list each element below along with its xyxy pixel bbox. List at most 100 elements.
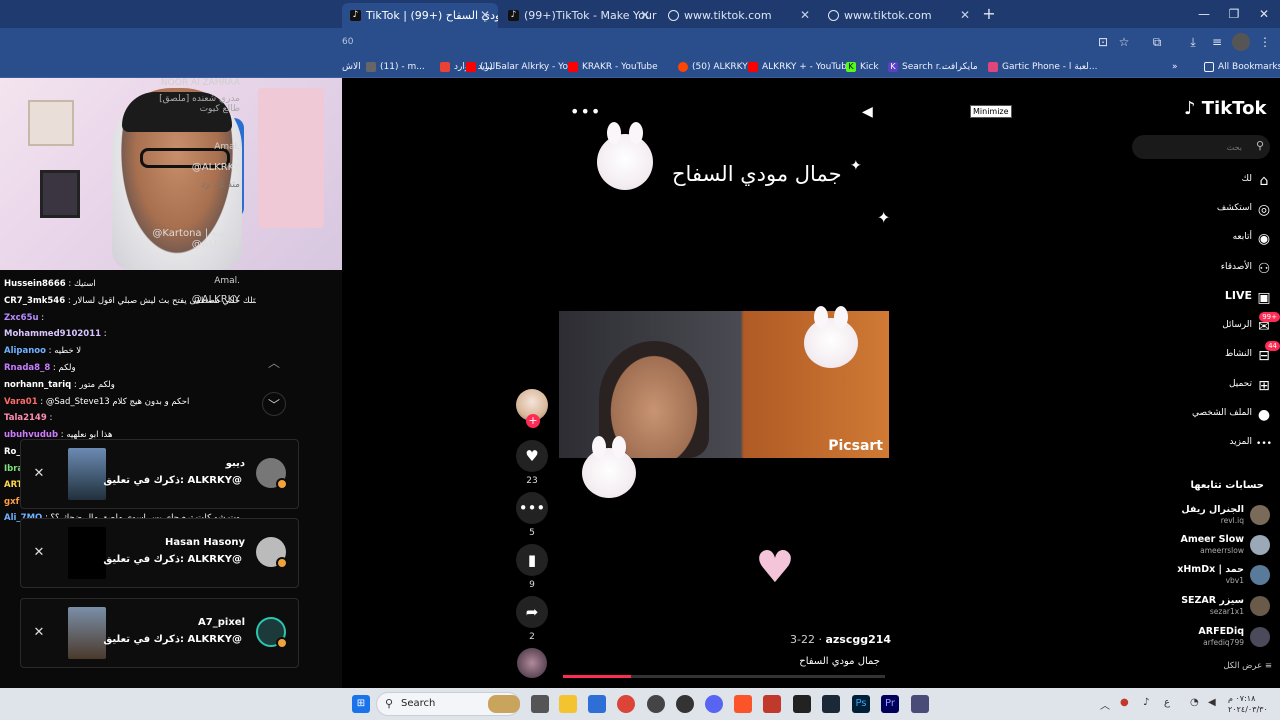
mention-notification[interactable]: ✕ A7_pixel ذكرك في تعليق: ALKRKY@ — [20, 598, 299, 668]
photoshop-icon[interactable]: Ps — [852, 695, 870, 713]
install-app-icon[interactable]: ⊡ — [1094, 33, 1112, 51]
bookmark-item[interactable]: (11) - m... — [366, 59, 425, 75]
download-icon[interactable]: ⤓ — [1184, 33, 1202, 51]
new-tab-button[interactable]: + — [980, 3, 998, 25]
bookmarks-overflow-icon[interactable]: » — [1172, 59, 1178, 75]
see-all-link[interactable]: عرض الكل ≡ — [1162, 661, 1272, 671]
bookmark-item[interactable]: (50) ALKRKY — [678, 59, 748, 75]
tray-chevron-icon[interactable]: ︿ — [1100, 697, 1110, 712]
bookmark-item[interactable]: Gartic Phone - لعبة ا... — [988, 59, 1097, 75]
comment-button[interactable]: ••• 5 — [514, 492, 550, 538]
volume-icon[interactable]: ◀ — [862, 104, 873, 120]
author-name[interactable]: azscgg214 — [825, 633, 891, 646]
bookmark-item[interactable]: مايكرافت — [942, 59, 978, 75]
minimize-window-icon[interactable]: — — [1190, 4, 1218, 24]
reading-list-icon[interactable]: ≡ — [1208, 33, 1226, 51]
chat-username[interactable]: CR7_3mk546 — [4, 296, 65, 306]
search-box[interactable]: ⚲ — [1132, 135, 1270, 159]
like-button[interactable]: ♥ 23 — [514, 440, 550, 486]
all-bookmarks[interactable]: All Bookmarks — [1204, 59, 1280, 75]
profile-avatar[interactable] — [1232, 33, 1250, 51]
music-disc-avatar[interactable] — [517, 648, 547, 678]
app-icon[interactable] — [911, 695, 929, 713]
taskbar-clock[interactable]: ٠٧:١٨ م ٢٠٢٤/٠٣/٣٠ — [1228, 693, 1268, 715]
chrome-icon[interactable] — [617, 695, 635, 713]
restore-window-icon[interactable]: ❐ — [1220, 4, 1248, 24]
video-thumbnail[interactable] — [68, 527, 106, 579]
volume-icon[interactable]: ◀ — [1208, 697, 1216, 708]
chat-username[interactable]: Tala2149 — [4, 413, 47, 423]
bookmark-item[interactable]: K Search r... — [888, 59, 947, 75]
following-account[interactable]: ARFEDiq arfediq799 — [1142, 624, 1272, 654]
chat-username[interactable]: Rnada8_8 — [4, 363, 50, 373]
mention-notification[interactable]: ✕ Hasan Hasony ذكرك في تعليق: ALKRKY@ — [20, 518, 299, 588]
close-icon[interactable]: ✕ — [31, 466, 47, 482]
close-tab-icon[interactable]: ✕ — [960, 3, 970, 28]
close-icon[interactable]: ✕ — [31, 625, 47, 641]
discord-icon[interactable] — [705, 695, 723, 713]
save-button[interactable]: ▮ 9 — [514, 544, 550, 590]
close-icon[interactable]: ✕ — [31, 545, 47, 561]
nav-item-home[interactable]: لك ⌂ — [1162, 168, 1280, 194]
bookmark-item[interactable]: الاش — [342, 59, 361, 75]
url-field[interactable]: 60 — [342, 32, 1092, 52]
app-icon[interactable] — [763, 695, 781, 713]
chat-username[interactable]: Hussein8666 — [4, 279, 66, 289]
nav-item-friends[interactable]: الأصدقاء ⚇ — [1162, 256, 1280, 282]
bookmark-star-icon[interactable]: ☆ — [1115, 33, 1133, 51]
bookmark-item[interactable]: K Kick — [846, 59, 879, 75]
nav-item-upload[interactable]: تحميل ⊞ — [1162, 373, 1280, 399]
close-window-icon[interactable]: ✕ — [1250, 4, 1278, 24]
app-icon[interactable] — [647, 695, 665, 713]
more-options-icon[interactable]: ••• — [570, 102, 601, 121]
mention-notification[interactable]: ✕ ديبو ذكرك في تعليق: ALKRKY@ — [20, 439, 299, 509]
close-tab-icon[interactable]: ✕ — [800, 3, 810, 28]
close-tab-icon[interactable]: ✕ — [480, 3, 490, 28]
nav-item-profile[interactable]: الملف الشخصي ● — [1162, 402, 1280, 428]
tiktok-logo[interactable]: ♪ TikTok — [1184, 98, 1266, 119]
chat-username[interactable]: Mohammed9102011 — [4, 329, 101, 339]
premiere-icon[interactable]: Pr — [881, 695, 899, 713]
nav-item-live[interactable]: LIVE ▣ — [1162, 285, 1280, 311]
chat-username[interactable]: norhann_tariq — [4, 380, 71, 390]
extensions-icon[interactable]: ⧉ — [1148, 33, 1166, 51]
tab-tiktok-make-your-day[interactable]: ♪ (99+)TikTok - Make Your Day ✕ — [500, 3, 658, 28]
tab-tiktok-active[interactable]: ♪ TikTok | جمال مودي السفاح (+99) ✕ — [342, 3, 498, 28]
bookmark-item[interactable]: KRAKR - YouTube — [568, 59, 658, 75]
language-indicator[interactable]: ع — [1164, 697, 1170, 708]
following-account[interactable]: Ameer Slow ameerrslow — [1142, 532, 1272, 562]
store-icon[interactable] — [588, 695, 606, 713]
nav-item-activity[interactable]: النشاط ⊟ 44 — [1162, 341, 1280, 369]
share-button[interactable]: ➦ 2 — [514, 596, 550, 642]
scroll-up-icon[interactable]: ︿ — [262, 351, 286, 375]
following-account[interactable]: xHmDx | حمد vbv1 — [1142, 562, 1272, 592]
wifi-icon[interactable]: ◔ — [1190, 697, 1199, 708]
tab-tiktok-4[interactable]: www.tiktok.com ✕ — [820, 3, 978, 28]
windows-start-icon[interactable]: ⊞ — [352, 695, 370, 713]
following-account[interactable]: SEZAR سيزر sezar1x1 — [1142, 593, 1272, 623]
bookmark-item[interactable]: ALKRKY + - YouTube — [748, 59, 852, 75]
steam-icon[interactable] — [822, 695, 840, 713]
chat-username[interactable]: Zxc65u — [4, 313, 39, 323]
tab-tiktok-3[interactable]: www.tiktok.com ✕ — [660, 3, 818, 28]
nav-item-messages[interactable]: الرسائل ✉ 99+ — [1162, 312, 1280, 340]
chat-username[interactable]: Vara01 — [4, 397, 38, 407]
video-progress-bar[interactable] — [563, 675, 885, 678]
video-thumbnail[interactable] — [68, 607, 106, 659]
microphone-icon[interactable]: ♪ — [1143, 697, 1149, 708]
capcut-icon[interactable] — [793, 695, 811, 713]
scroll-down-icon[interactable]: ﹀ — [262, 392, 286, 416]
file-explorer-icon[interactable] — [559, 695, 577, 713]
widget-icon[interactable] — [488, 695, 520, 713]
close-tab-icon[interactable]: ✕ — [640, 3, 650, 28]
nav-item-following[interactable]: أتابعه ◉ — [1162, 226, 1280, 252]
nav-item-compass[interactable]: استكشف ◎ — [1162, 197, 1280, 223]
search-input[interactable] — [1138, 138, 1242, 156]
menu-kebab-icon[interactable]: ⋮ — [1256, 33, 1274, 51]
search-icon[interactable]: ⚲ — [1256, 139, 1264, 152]
following-account[interactable]: الجنرال ريفل revl.iq — [1142, 502, 1272, 532]
task-view-icon[interactable] — [531, 695, 549, 713]
tray-app-icon[interactable]: ● — [1120, 697, 1129, 708]
chat-username[interactable]: Alipanoo — [4, 346, 46, 356]
nav-item-more[interactable]: المزيد ••• — [1162, 431, 1280, 457]
